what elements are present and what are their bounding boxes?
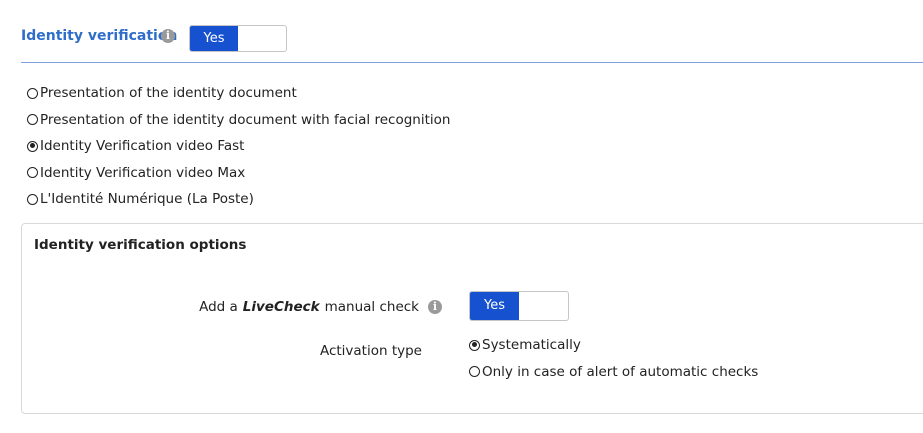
livecheck-toggle[interactable]: Yes	[469, 291, 569, 321]
method-option[interactable]: Identity Verification video Max	[27, 160, 450, 187]
info-icon[interactable]: i	[161, 29, 175, 43]
toggle-yes-label: Yes	[470, 292, 519, 320]
activation-type-label: Activation type	[319, 343, 422, 359]
radio-button[interactable]	[27, 114, 38, 126]
activation-label: Systematically	[482, 337, 581, 354]
activation-option[interactable]: Systematically	[469, 332, 758, 359]
radio-button-selected[interactable]	[27, 140, 38, 152]
method-label: L'Identité Numérique (La Poste)	[40, 191, 254, 208]
method-option[interactable]: Presentation of the identity document	[27, 80, 450, 107]
radio-button-selected[interactable]	[469, 339, 480, 351]
method-option[interactable]: L'Identité Numérique (La Poste)	[27, 186, 450, 213]
panel-title: Identity verification options	[34, 237, 247, 253]
identity-verification-toggle[interactable]: Yes	[189, 25, 287, 52]
activation-label: Only in case of alert of automatic check…	[482, 363, 759, 380]
method-label: Identity Verification video Fast	[40, 138, 245, 155]
livecheck-suffix: manual check	[324, 299, 419, 315]
info-icon[interactable]: i	[428, 300, 442, 314]
radio-button[interactable]	[27, 193, 38, 205]
section-divider	[21, 62, 923, 63]
method-label: Presentation of the identity document	[40, 85, 297, 102]
method-label: Presentation of the identity document wi…	[40, 111, 451, 128]
verification-method-list: Presentation of the identity document Pr…	[27, 80, 450, 213]
identity-verification-header: Identity verification i Yes	[21, 24, 923, 62]
radio-button[interactable]	[469, 366, 480, 378]
livecheck-label: Add a LiveCheck manual check i	[199, 299, 442, 315]
livecheck-prefix: Add a	[199, 299, 238, 315]
activation-type-options: Systematically Only in case of alert of …	[469, 332, 758, 385]
radio-button[interactable]	[27, 167, 38, 179]
section-title: Identity verification	[21, 28, 178, 44]
verification-options-panel: Identity verification options Add a Live…	[21, 223, 923, 414]
radio-button[interactable]	[27, 87, 38, 99]
activation-option[interactable]: Only in case of alert of automatic check…	[469, 359, 758, 386]
method-label: Identity Verification video Max	[40, 164, 246, 181]
livecheck-name: LiveCheck	[242, 299, 320, 315]
toggle-yes-label: Yes	[190, 26, 238, 51]
method-option[interactable]: Identity Verification video Fast	[27, 133, 450, 160]
method-option[interactable]: Presentation of the identity document wi…	[27, 107, 450, 134]
